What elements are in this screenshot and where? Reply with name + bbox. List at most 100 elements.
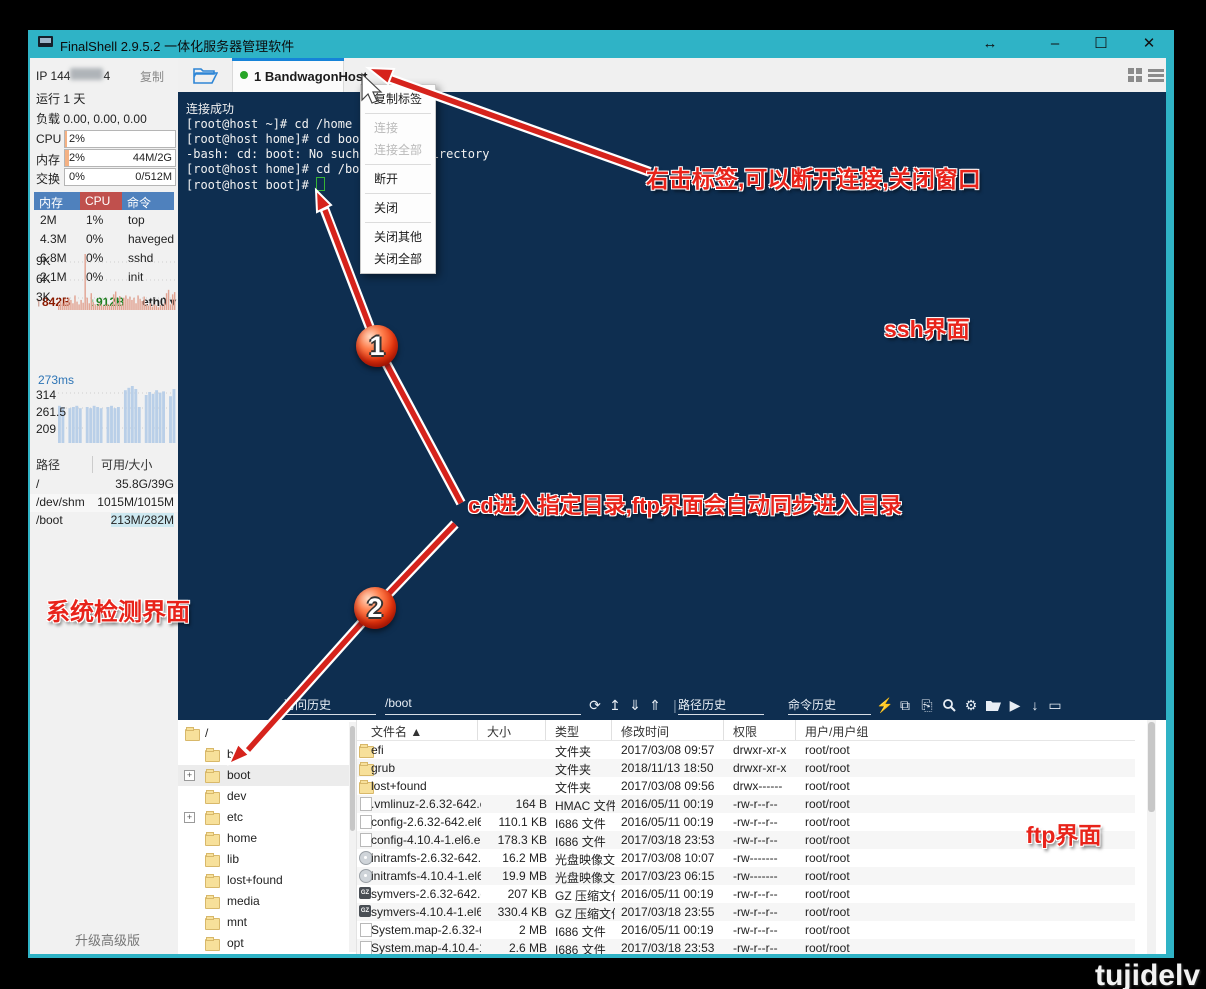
- command-history-field[interactable]: 命令历史: [788, 696, 871, 715]
- file-cell: 178.3 KB: [451, 833, 547, 847]
- window-panel-icon[interactable]: ▭: [1046, 695, 1064, 715]
- file-row-System.map-2.6.32-6...[interactable]: System.map-2.6.32-6...2 MBI686 文件2016/05…: [357, 921, 1135, 939]
- disk-row[interactable]: /boot213M/282M: [30, 512, 178, 530]
- grid-view-icon[interactable]: [1128, 68, 1142, 82]
- paste-icon[interactable]: ⎘: [918, 695, 936, 715]
- file-cell: 164 B: [451, 797, 547, 811]
- copy-icon[interactable]: ⧉: [896, 695, 914, 715]
- download-arrow-icon[interactable]: ↓: [1026, 695, 1044, 715]
- file-header-4[interactable]: 权限: [733, 723, 757, 740]
- file-cell: 2016/05/11 00:19: [621, 815, 727, 829]
- copy-ip-button[interactable]: 复制: [140, 68, 164, 85]
- path-history-field[interactable]: 路径历史: [678, 696, 764, 715]
- meter-label: 交换: [36, 170, 60, 187]
- process-header-0[interactable]: 内存: [34, 192, 80, 210]
- file-cell: -rw-r--r--: [733, 833, 799, 847]
- file-row-config-4.10.4-1.el6.elr...[interactable]: config-4.10.4-1.el6.elr...178.3 KBI686 文…: [357, 831, 1135, 849]
- file-row-initramfs-2.6.32-642.e...[interactable]: initramfs-2.6.32-642.e...16.2 MB光盘映像文...…: [357, 849, 1135, 867]
- visit-history-field[interactable]: 访问历史: [283, 696, 376, 715]
- file-row-initramfs-4.10.4-1.el6....[interactable]: initramfs-4.10.4-1.el6....19.9 MB光盘映像文..…: [357, 867, 1135, 885]
- menu-item-关闭其他[interactable]: 关闭其他: [361, 226, 435, 248]
- file-cell: root/root: [805, 833, 895, 847]
- file-cell: drwx------: [733, 779, 799, 793]
- file-header-3[interactable]: 修改时间: [621, 723, 669, 740]
- tree-expander-icon[interactable]: +: [184, 770, 195, 781]
- file-row-lost+found[interactable]: lost+found文件夹2017/03/08 09:56drwx------r…: [357, 777, 1135, 795]
- disk-header-path[interactable]: 路径: [36, 456, 60, 473]
- annotation-ftp-label: ftp界面: [1026, 816, 1101, 850]
- meter-bar-内存: 2%44M/2G: [64, 149, 176, 167]
- tree-item-lost+found[interactable]: lost+found: [178, 870, 350, 891]
- process-header-1[interactable]: CPU: [80, 192, 122, 210]
- tree-item-/[interactable]: /: [178, 723, 350, 744]
- file-cell: 文件夹: [555, 743, 615, 760]
- open-connection-folder-icon[interactable]: [192, 64, 218, 86]
- file-row-config-2.6.32-642.el6....[interactable]: config-2.6.32-642.el6....110.1 KBI686 文件…: [357, 813, 1135, 831]
- tree-item-label: dev: [227, 789, 246, 803]
- refresh-icon[interactable]: ⟳: [586, 695, 604, 715]
- maximize-button[interactable]: ☐: [1081, 30, 1121, 58]
- file-cell: -rw-r--r--: [733, 887, 799, 901]
- tree-item-opt[interactable]: opt: [178, 933, 350, 954]
- current-path-field[interactable]: /boot: [385, 696, 581, 715]
- file-header-1[interactable]: 大小: [487, 723, 511, 740]
- search-icon[interactable]: [940, 695, 958, 715]
- tree-item-dev[interactable]: dev: [178, 786, 350, 807]
- process-row[interactable]: 2M1%top: [34, 211, 174, 230]
- file-cell: root/root: [805, 761, 895, 775]
- annotation-cd-tip: cd进入指定目录,ftp界面会自动同步进入目录: [468, 488, 902, 520]
- menu-item-复制标签[interactable]: 复制标签: [361, 88, 435, 110]
- close-button[interactable]: ✕: [1127, 30, 1171, 58]
- tree-item-home[interactable]: home: [178, 828, 350, 849]
- run-play-icon[interactable]: ▶: [1006, 695, 1024, 715]
- power-lightning-icon[interactable]: ⚡: [876, 695, 894, 715]
- folder-icon: [205, 876, 220, 888]
- menu-item-关闭全部[interactable]: 关闭全部: [361, 248, 435, 270]
- disk-header-size[interactable]: 可用/大小: [92, 456, 152, 473]
- file-header-5[interactable]: 用户/用户组: [805, 723, 868, 740]
- file-table-scrollbar[interactable]: [1147, 720, 1156, 954]
- tree-item-boot[interactable]: +boot: [178, 765, 350, 786]
- list-menu-icon[interactable]: [1148, 69, 1164, 81]
- upgrade-link[interactable]: 升级高级版: [75, 930, 140, 949]
- file-row-efi[interactable]: efi文件夹2017/03/08 09:57drwxr-xr-xroot/roo…: [357, 741, 1135, 759]
- tree-item-etc[interactable]: +etc: [178, 807, 350, 828]
- tree-scrollbar[interactable]: [349, 722, 356, 952]
- file-cell: I686 文件: [555, 923, 615, 940]
- tab-label: 1 BandwagonHost: [254, 69, 367, 84]
- download-icon[interactable]: ⇓: [626, 695, 644, 715]
- tree-item-bin[interactable]: bin: [178, 744, 350, 765]
- tree-item-media[interactable]: media: [178, 891, 350, 912]
- terminal-line: [root@host home]# cd boot: [186, 132, 489, 147]
- file-row-grub[interactable]: grub文件夹2018/11/13 18:50drwxr-xr-xroot/ro…: [357, 759, 1135, 777]
- process-header-2[interactable]: 命令: [122, 192, 174, 210]
- disk-row[interactable]: /dev/shm1015M/1015M: [30, 494, 178, 512]
- file-cell: 19.9 MB: [451, 869, 547, 883]
- meter-label: 内存: [36, 151, 60, 168]
- ping-tick: 261.5: [36, 405, 66, 419]
- watermark: tujidelv: [1095, 959, 1200, 989]
- process-row[interactable]: 4.3M0%haveged: [34, 230, 174, 249]
- menu-item-关闭[interactable]: 关闭: [361, 197, 435, 219]
- tree-item-lib[interactable]: lib: [178, 849, 350, 870]
- file-header-2[interactable]: 类型: [555, 723, 579, 740]
- disk-row[interactable]: /35.8G/39G: [30, 476, 178, 494]
- tree-item-mnt[interactable]: mnt: [178, 912, 350, 933]
- file-row-symvers-2.6.32-642.el...[interactable]: GZsymvers-2.6.32-642.el...207 KBGZ 压缩文件2…: [357, 885, 1135, 903]
- upload-icon[interactable]: ⇑: [646, 695, 664, 715]
- file-cell: I686 文件: [555, 833, 615, 850]
- file-cell: -rw-------: [733, 851, 799, 865]
- folder-icon: [205, 750, 220, 762]
- settings-gear-icon[interactable]: ⚙: [962, 695, 980, 715]
- open-folder-icon[interactable]: [984, 695, 1002, 715]
- file-row-System.map-4.10.4-1...[interactable]: System.map-4.10.4-1...2.6 MBI686 文件2017/…: [357, 939, 1135, 954]
- meter-label: CPU: [36, 132, 61, 146]
- file-row-symvers-4.10.4-1.el6....[interactable]: GZsymvers-4.10.4-1.el6....330.4 KBGZ 压缩文…: [357, 903, 1135, 921]
- minimize-button[interactable]: –: [1035, 30, 1075, 58]
- file-row-.vmlinuz-2.6.32-642.el...[interactable]: .vmlinuz-2.6.32-642.el...164 BHMAC 文件201…: [357, 795, 1135, 813]
- menu-item-断开[interactable]: 断开: [361, 168, 435, 190]
- tree-expander-icon[interactable]: +: [184, 812, 195, 823]
- file-header-0[interactable]: 文件名 ▲: [371, 723, 422, 740]
- terminal-line: -bash: cd: boot: No such file or directo…: [186, 147, 489, 162]
- up-directory-icon[interactable]: ↥: [606, 695, 624, 715]
